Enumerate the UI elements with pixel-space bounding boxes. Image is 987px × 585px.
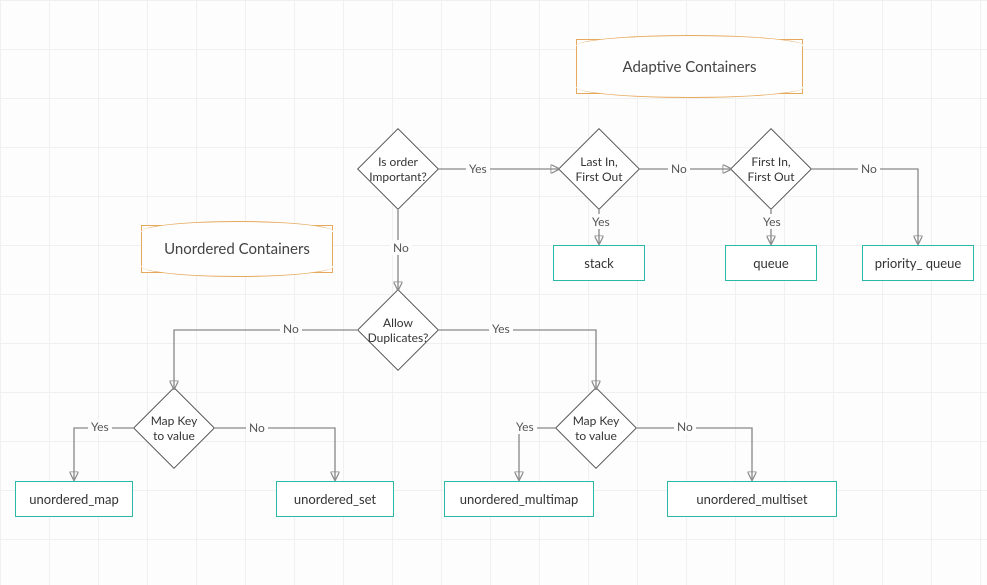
edge-label: No [280,321,302,336]
edge-label: Yes [88,419,112,434]
result-priority-queue: priority_ queue [862,245,974,281]
result-unordered-multiset-text: unordered_multiset [696,491,807,507]
result-unordered-map: unordered_map [15,481,133,517]
banner-adaptive: Adaptive Containers [576,39,803,94]
banner-unordered: Unordered Containers [141,225,333,273]
decision-map-right: Map Key to value [567,399,625,457]
decision-fifo-text: First In, First Out [742,154,800,184]
result-unordered-multiset: unordered_multiset [667,481,837,517]
flowchart-canvas[interactable]: Adaptive Containers Unordered Containers… [0,0,987,585]
result-unordered-multimap-text: unordered_multimap [460,491,579,507]
banner-unordered-text: Unordered Containers [164,240,310,258]
edge-label: No [390,240,412,255]
edge-label: No [674,419,696,434]
result-stack-text: stack [584,255,614,271]
decision-map-left-text: Map Key to value [145,413,203,443]
result-queue-text: queue [753,255,789,271]
decision-is-order: Is order Important? [369,140,427,198]
edge-label: Yes [513,419,537,434]
decision-lifo-text: Last In, First Out [570,154,628,184]
decision-fifo: First In, First Out [742,140,800,198]
result-unordered-set-text: unordered_set [294,491,376,507]
result-stack: stack [553,245,645,281]
decision-duplicates-text: Allow Duplicates? [368,315,429,345]
edge-label: Yes [589,214,613,229]
decision-map-left: Map Key to value [145,399,203,457]
decision-duplicates: Allow Duplicates? [369,301,427,359]
edge-label: No [668,161,690,176]
edge-label: No [246,420,268,435]
edge-label: Yes [489,321,513,336]
banner-adaptive-text: Adaptive Containers [623,58,757,76]
result-priority-queue-text: priority_ queue [875,255,962,271]
decision-map-right-text: Map Key to value [567,413,625,443]
decision-is-order-text: Is order Important? [369,154,427,184]
result-unordered-map-text: unordered_map [29,491,119,507]
decision-lifo: Last In, First Out [570,140,628,198]
edge-label: Yes [466,161,490,176]
result-unordered-multimap: unordered_multimap [444,481,594,517]
edge-label: Yes [760,214,784,229]
result-queue: queue [725,245,817,281]
edge-label: No [858,161,880,176]
result-unordered-set: unordered_set [276,481,394,517]
